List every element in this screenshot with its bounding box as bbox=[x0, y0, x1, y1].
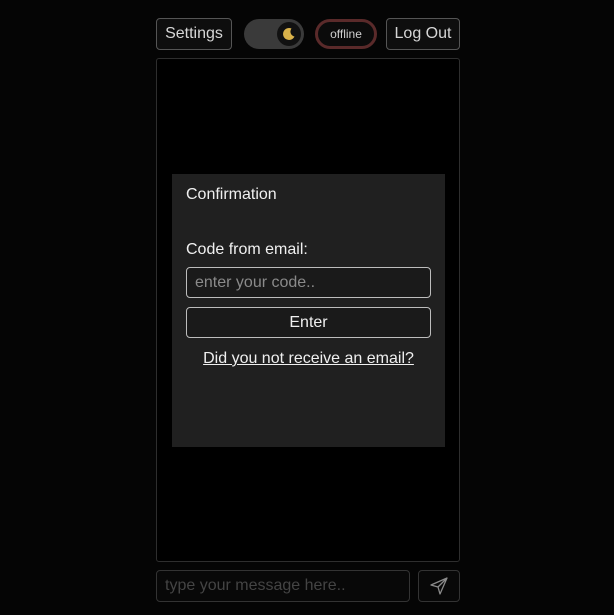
enter-button[interactable]: Enter bbox=[186, 307, 431, 338]
modal-title: Confirmation bbox=[186, 186, 277, 203]
code-input[interactable] bbox=[186, 267, 431, 298]
code-field-label: Code from email: bbox=[186, 241, 308, 258]
top-bar: Settings offline Log Out bbox=[156, 18, 460, 50]
send-icon bbox=[430, 577, 448, 595]
resend-email-link[interactable]: Did you not receive an email? bbox=[172, 350, 445, 368]
settings-button[interactable]: Settings bbox=[156, 18, 232, 50]
send-button[interactable] bbox=[418, 570, 460, 602]
chat-app: Settings offline Log Out Confirmation Co… bbox=[0, 0, 614, 615]
message-input[interactable] bbox=[156, 570, 410, 602]
logout-button[interactable]: Log Out bbox=[386, 18, 460, 50]
toggle-knob bbox=[277, 22, 301, 46]
theme-toggle[interactable] bbox=[244, 19, 304, 49]
connection-status-badge: offline bbox=[315, 19, 377, 49]
moon-icon bbox=[283, 27, 295, 40]
confirmation-modal: Confirmation Code from email: Enter Did … bbox=[172, 174, 445, 447]
